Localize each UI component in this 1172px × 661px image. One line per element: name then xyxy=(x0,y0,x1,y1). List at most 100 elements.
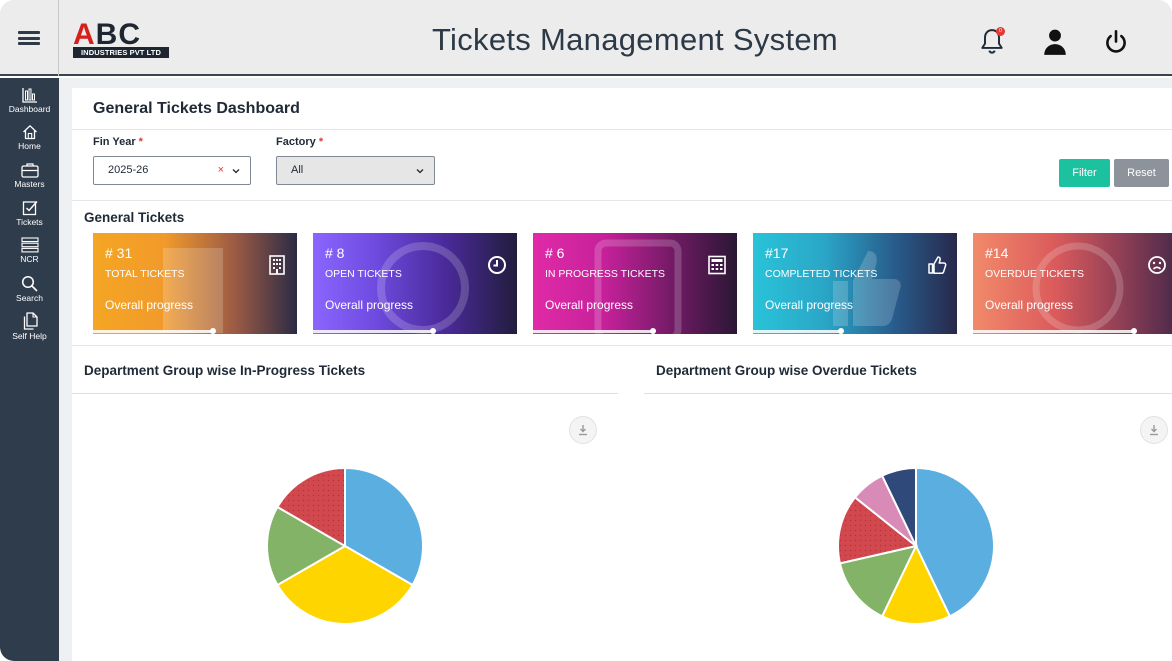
cards-divider xyxy=(72,345,1172,346)
chart-title-in-progress: Department Group wise In-Progress Ticket… xyxy=(84,363,366,378)
progress-knob xyxy=(1131,328,1138,334)
progress-bar xyxy=(93,330,214,333)
card-count: # 6 xyxy=(545,245,565,261)
sidebar-item-label: Tickets xyxy=(16,217,43,227)
download-chart-button[interactable] xyxy=(1140,416,1168,444)
fin-year-label-text: Fin Year xyxy=(93,136,136,148)
card-title: OPEN TICKETS xyxy=(325,268,402,280)
sidebar-item-label: NCR xyxy=(20,254,39,264)
building-watermark-icon xyxy=(163,248,223,333)
download-chart-button[interactable] xyxy=(569,416,597,444)
download-icon xyxy=(1150,425,1158,436)
sad-face-icon xyxy=(1148,256,1166,274)
section-title: General Tickets xyxy=(84,210,185,225)
download-icon xyxy=(579,425,587,436)
chart-left-divider xyxy=(72,393,618,394)
chart-bars-icon xyxy=(21,88,37,103)
sidebar-item-ncr[interactable]: NCR xyxy=(0,237,59,264)
factory-label: Factory * xyxy=(276,136,323,148)
dashboard-panel: General Tickets Dashboard Fin Year * 202… xyxy=(72,88,1172,661)
card-overdue-tickets[interactable]: #14 OVERDUE TICKETS Overall progress xyxy=(973,233,1172,334)
chart-title-overdue: Department Group wise Overdue Tickets xyxy=(656,363,917,378)
menu-icon xyxy=(18,31,40,45)
sidebar: Dashboard Home Masters Tickets NCR Searc… xyxy=(0,78,59,661)
fin-year-value: 2025-26 xyxy=(108,164,149,176)
chart-right-divider xyxy=(644,393,1172,394)
top-header: ABC INDUSTRIES PVT LTD Tickets Managemen… xyxy=(0,0,1172,76)
sidebar-item-home[interactable]: Home xyxy=(0,124,59,151)
user-icon[interactable] xyxy=(1042,28,1068,56)
fin-year-select[interactable]: 2025-26 × xyxy=(93,156,251,185)
filter-button[interactable]: Filter xyxy=(1059,159,1110,187)
sad-face-watermark-icon xyxy=(1032,242,1124,334)
progress-bar xyxy=(973,330,1135,333)
progress-bar xyxy=(313,330,434,333)
home-icon xyxy=(22,125,37,140)
chart-in-progress xyxy=(72,404,618,661)
pie-chart-in-progress xyxy=(266,466,424,625)
chevron-down-icon xyxy=(232,169,240,174)
card-progress-label: Overall progress xyxy=(325,298,414,312)
clear-selection-icon[interactable]: × xyxy=(218,157,224,184)
required-mark: * xyxy=(318,136,324,148)
card-title: OVERDUE TICKETS xyxy=(985,268,1084,280)
search-icon xyxy=(21,275,38,292)
card-open-tickets[interactable]: # 8 OPEN TICKETS Overall progress xyxy=(313,233,517,334)
title-divider xyxy=(72,129,1172,130)
factory-value: All xyxy=(291,164,304,176)
required-mark: * xyxy=(138,136,143,148)
chevron-down-icon xyxy=(416,169,424,174)
company-logo[interactable]: ABC INDUSTRIES PVT LTD xyxy=(73,20,169,58)
card-progress-label: Overall progress xyxy=(985,298,1074,312)
power-icon[interactable] xyxy=(1103,28,1129,56)
building-icon xyxy=(269,255,285,275)
sidebar-item-label: Home xyxy=(18,141,41,151)
sidebar-item-label: Self Help xyxy=(12,331,47,341)
card-progress-label: Overall progress xyxy=(105,298,194,312)
page-title: General Tickets Dashboard xyxy=(93,100,300,117)
thumbs-up-icon xyxy=(928,256,947,275)
sidebar-item-dashboard[interactable]: Dashboard xyxy=(0,87,59,114)
thumbs-up-watermark-icon xyxy=(833,251,901,326)
notification-count: 0 xyxy=(999,28,1002,34)
chart-overdue xyxy=(644,404,1172,661)
sidebar-item-label: Search xyxy=(16,293,43,303)
menu-toggle-button[interactable] xyxy=(0,0,59,76)
main-content: General Tickets Dashboard Fin Year * 202… xyxy=(59,78,1172,661)
filter-divider xyxy=(72,200,1172,201)
factory-select[interactable]: All xyxy=(276,156,435,185)
fin-year-label: Fin Year * xyxy=(93,136,143,148)
clock-icon xyxy=(488,256,506,274)
pie-chart-overdue xyxy=(837,466,995,625)
progress-bar xyxy=(533,330,654,333)
card-title: TOTAL TICKETS xyxy=(105,268,185,280)
app-title: Tickets Management System xyxy=(431,22,839,57)
notification-badge: 0 xyxy=(996,27,1005,36)
factory-label-text: Factory xyxy=(276,136,316,148)
card-in-progress-tickets[interactable]: # 6 IN PROGRESS TICKETS Overall progress xyxy=(533,233,737,334)
clock-watermark-icon xyxy=(377,242,469,334)
card-progress-label: Overall progress xyxy=(765,298,854,312)
sidebar-item-tickets[interactable]: Tickets xyxy=(0,200,59,227)
logo-letters: ABC xyxy=(73,20,141,50)
sidebar-item-search[interactable]: Search xyxy=(0,275,59,303)
app-window: ABC INDUSTRIES PVT LTD Tickets Managemen… xyxy=(0,0,1172,661)
checkbox-icon xyxy=(22,201,38,216)
card-count: # 31 xyxy=(105,245,133,261)
sidebar-item-label: Dashboard xyxy=(8,104,51,114)
reset-button[interactable]: Reset xyxy=(1114,159,1169,187)
list-icon xyxy=(20,237,39,253)
documents-icon xyxy=(23,312,38,330)
card-completed-tickets[interactable]: #17 COMPLETED TICKETS Overall progress xyxy=(753,233,957,334)
calculator-icon xyxy=(708,255,726,275)
calculator-watermark-icon xyxy=(594,239,682,334)
card-title: COMPLETED TICKETS xyxy=(765,268,878,280)
sidebar-item-label: Masters xyxy=(14,179,45,189)
sidebar-item-masters[interactable]: Masters xyxy=(0,162,59,189)
progress-knob xyxy=(837,328,844,334)
sidebar-item-self-help[interactable]: Self Help xyxy=(0,312,59,341)
logo-subtitle: INDUSTRIES PVT LTD xyxy=(73,47,169,58)
card-total-tickets[interactable]: # 31 TOTAL TICKETS Overall progress xyxy=(93,233,297,334)
progress-bar xyxy=(753,330,841,333)
card-count: # 8 xyxy=(325,245,345,261)
